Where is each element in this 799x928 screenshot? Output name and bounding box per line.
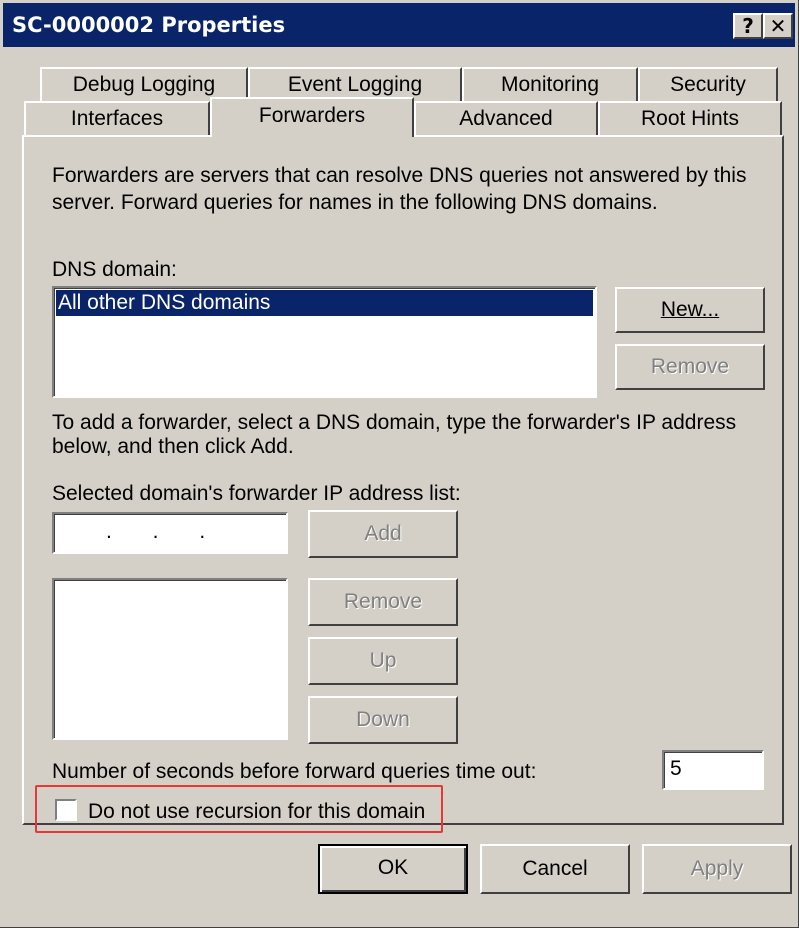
tab-root-hints[interactable]: Root Hints [598,101,782,135]
dns-domain-label: DNS domain: [52,258,177,281]
new-domain-button[interactable]: New... [615,287,765,333]
instructions-line-2: below, and then click Add. [52,435,294,458]
dns-domain-list[interactable]: All other DNS domains [52,286,597,398]
timeout-label: Number of seconds before forward queries… [52,760,537,783]
tab-monitoring[interactable]: Monitoring [462,67,638,101]
remove-domain-button[interactable]: Remove [615,344,765,390]
apply-button[interactable]: Apply [642,844,792,894]
recursion-checkbox[interactable] [55,799,77,821]
tab-advanced[interactable]: Advanced [414,101,598,135]
recursion-checkbox-label[interactable]: Do not use recursion for this domain [88,799,425,824]
forwarder-ip-list[interactable] [52,578,288,740]
move-up-button[interactable]: Up [308,637,458,685]
list-item[interactable]: All other DNS domains [55,289,594,317]
description-line-1: Forwarders are servers that can resolve … [52,164,747,187]
timeout-input[interactable]: 5 [662,750,764,790]
help-icon: ? [742,14,754,38]
tab-forwarders[interactable]: Forwarders [210,97,414,137]
ip-address-input[interactable]: . . . [52,512,288,554]
tab-interfaces[interactable]: Interfaces [24,101,210,135]
help-button[interactable]: ? [733,13,763,39]
properties-dialog: SC-0000002 Properties ? ✕ Debug Logging … [0,0,799,928]
close-button[interactable]: ✕ [763,13,793,39]
forwarder-ip-label: Selected domain's forwarder IP address l… [52,482,461,505]
add-forwarder-button[interactable]: Add [308,510,458,558]
cancel-button[interactable]: Cancel [480,844,630,894]
move-down-button[interactable]: Down [308,696,458,744]
close-icon: ✕ [769,14,787,38]
title-bar[interactable]: SC-0000002 Properties ? ✕ [3,3,795,47]
new-button-label: New... [660,298,720,321]
description-line-2: server. Forward queries for names in the… [52,191,658,214]
tab-security[interactable]: Security [638,67,778,101]
ok-button[interactable]: OK [318,844,468,894]
instructions-line-1: To add a forwarder, select a DNS domain,… [52,411,737,434]
tab-debug-logging[interactable]: Debug Logging [40,67,248,101]
remove-forwarder-button[interactable]: Remove [308,578,458,626]
tab-event-logging[interactable]: Event Logging [248,67,462,101]
window-title: SC-0000002 Properties [12,13,286,37]
